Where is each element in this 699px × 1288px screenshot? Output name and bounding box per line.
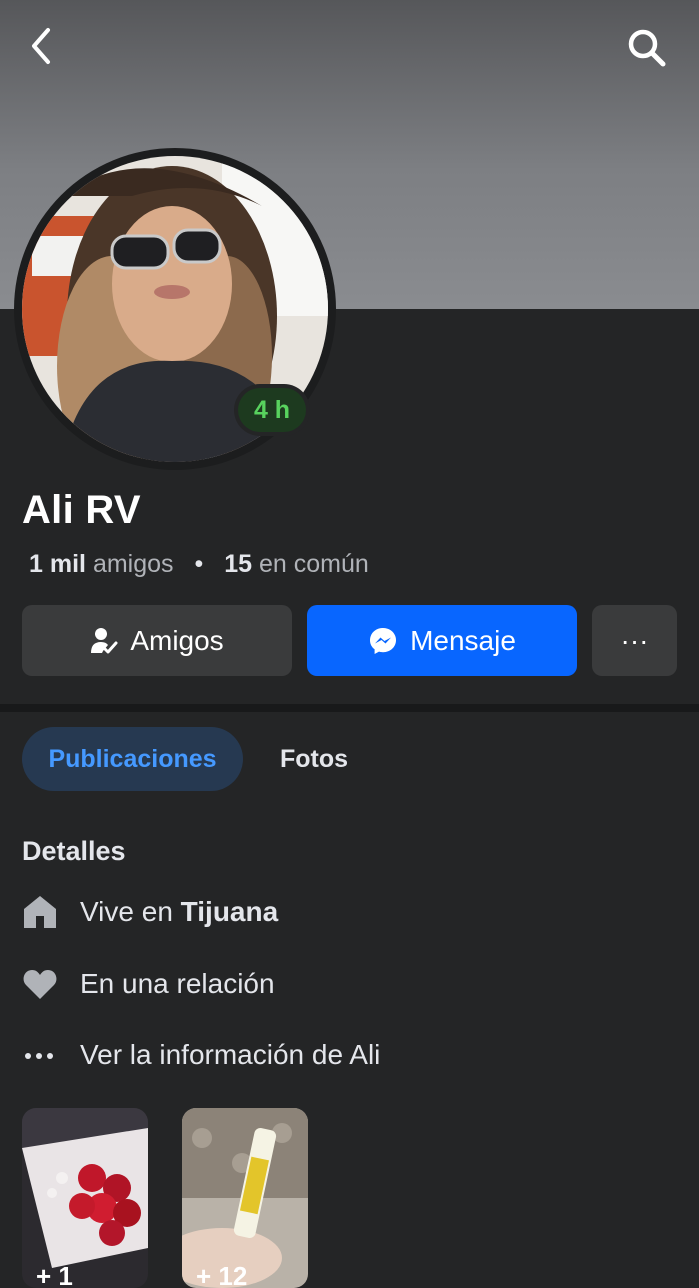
more-dots-icon: ···	[620, 624, 649, 656]
friends-count: 1 mil	[29, 550, 86, 578]
profile-name: Ali RV	[22, 488, 141, 532]
back-chevron-icon[interactable]	[26, 26, 62, 66]
mutual-count: 15	[224, 550, 253, 578]
friends-label: amigos	[92, 550, 174, 578]
separator-dot: •	[194, 550, 204, 578]
active-time-label: 4 h	[238, 388, 306, 432]
relationship-text: En una relación	[80, 968, 275, 999]
friends-summary[interactable]: 1 mil amigos • 15 en común	[29, 550, 369, 579]
details-heading: Detalles	[22, 836, 126, 866]
friend-check-icon	[91, 627, 118, 653]
lives-city[interactable]: Tijuana	[181, 896, 279, 927]
search-icon[interactable]	[624, 26, 670, 70]
friends-button[interactable]: Amigos	[22, 605, 292, 676]
mutual-label: en común	[258, 550, 369, 578]
ellipsis-icon	[25, 1053, 53, 1059]
thumbnail-count: + 1	[36, 1261, 73, 1288]
thumbnail-count: + 12	[196, 1261, 248, 1288]
more-options-button[interactable]: ···	[592, 605, 677, 676]
lives-prefix: Vive en	[80, 896, 173, 927]
see-info-link[interactable]: Ver la información de Ali	[80, 1039, 380, 1071]
tab-posts[interactable]: Publicaciones	[22, 727, 243, 791]
active-status-badge: 4 h	[234, 384, 310, 436]
messenger-icon	[370, 627, 397, 654]
tab-photos[interactable]: Fotos	[280, 727, 348, 791]
highlight-thumbnail[interactable]: + 12	[182, 1108, 308, 1288]
home-icon	[24, 896, 56, 928]
message-button-label: Mensaje	[410, 624, 516, 656]
section-divider	[0, 704, 699, 712]
message-button[interactable]: Mensaje	[307, 605, 577, 676]
friends-button-label: Amigos	[130, 624, 224, 656]
heart-icon	[23, 970, 57, 999]
highlight-thumbnail[interactable]: + 1	[22, 1108, 148, 1288]
